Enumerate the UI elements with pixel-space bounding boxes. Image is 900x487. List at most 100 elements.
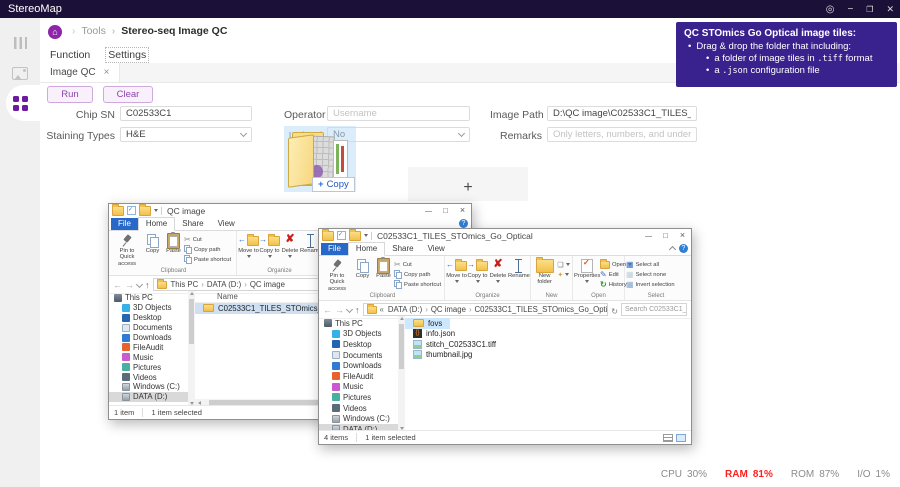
edit-button[interactable]: Edit <box>600 270 624 279</box>
qat-dropdown-icon[interactable] <box>154 209 158 212</box>
tree-item[interactable]: This PC <box>319 318 405 329</box>
explorer-titlebar[interactable]: QC image <box>109 204 471 217</box>
image-path-input[interactable] <box>547 106 697 121</box>
close-button[interactable] <box>674 229 691 242</box>
breadcrumb-item[interactable]: Stereo-seq Image QC <box>106 25 228 37</box>
file-row[interactable]: info.json <box>405 329 463 340</box>
search-box[interactable]: Search C02533C1_TILE... <box>621 303 687 316</box>
tree-item[interactable]: Music <box>319 382 405 393</box>
copy-to-button[interactable]: Copy to <box>259 233 280 261</box>
staining-types-select[interactable]: H&E <box>120 127 252 142</box>
close-icon[interactable] <box>104 67 110 78</box>
file-row[interactable]: fovs <box>405 318 450 329</box>
tree-item[interactable]: Downloads <box>319 360 405 371</box>
new-item-button[interactable] <box>557 260 571 269</box>
tree-item[interactable]: 3D Objects <box>109 303 195 313</box>
minimize-button[interactable] <box>420 204 437 217</box>
tree-item[interactable]: Documents <box>319 350 405 361</box>
ribbon-tab[interactable]: Home <box>138 217 175 231</box>
tree-item[interactable]: Desktop <box>319 339 405 350</box>
tree-item[interactable]: Pictures <box>109 362 195 372</box>
file-row[interactable]: thumbnail.jpg <box>405 350 480 361</box>
cut-button[interactable]: Cut <box>394 260 442 269</box>
restore-button[interactable] <box>866 4 873 15</box>
paste-shortcut-button[interactable]: Paste shortcut <box>184 255 234 264</box>
tree-item[interactable]: Pictures <box>319 392 405 403</box>
delete-button[interactable]: Delete <box>488 258 508 286</box>
address-segment[interactable]: QC image <box>422 305 466 314</box>
tree-item[interactable]: Music <box>109 352 195 362</box>
minimize-button[interactable] <box>847 4 853 15</box>
tree-item[interactable]: This PC <box>109 293 195 303</box>
select-none-button[interactable]: Select none <box>626 270 684 279</box>
history-chevron-icon[interactable] <box>136 281 143 288</box>
address-segment[interactable]: DATA (D:) <box>386 305 422 314</box>
cut-button[interactable]: Cut <box>184 235 234 244</box>
rib​bon-tab[interactable]: Home <box>348 242 385 256</box>
move-to-button[interactable]: Move to <box>446 258 467 286</box>
quick-access-check-icon[interactable] <box>337 231 346 240</box>
forward-icon[interactable] <box>125 280 134 290</box>
tab-image-qc[interactable]: Image QC <box>40 63 120 82</box>
menu-item[interactable]: Settings <box>106 48 148 62</box>
tree-item[interactable]: Windows (C:) <box>319 413 405 424</box>
file-row[interactable]: stitch_C02533C1.tiff <box>405 339 504 350</box>
thumbnail-view-icon[interactable] <box>676 434 686 442</box>
maximize-button[interactable] <box>657 229 674 242</box>
quick-access-check-icon[interactable] <box>127 206 136 215</box>
copy-path-button[interactable]: Copy path <box>184 245 234 254</box>
tree-item[interactable]: Windows (C:) <box>109 382 195 392</box>
select-all-button[interactable]: Select all <box>626 260 684 269</box>
address-segment[interactable]: QC image <box>241 280 285 289</box>
delete-button[interactable]: Delete <box>280 233 300 261</box>
tree-scrollbar[interactable] <box>398 316 405 431</box>
qat-dropdown-icon[interactable] <box>364 234 368 237</box>
minimize-button[interactable] <box>640 229 657 242</box>
operator-input[interactable] <box>327 106 470 121</box>
close-button[interactable] <box>454 204 471 217</box>
paste-button[interactable]: Paste <box>163 233 184 254</box>
paste-button[interactable]: Paste <box>373 258 394 279</box>
help-icon[interactable] <box>459 219 468 228</box>
rib​bon-tab[interactable]: File <box>321 243 348 255</box>
breadcrumb-item[interactable]: Tools <box>66 25 106 37</box>
sidebar-item-image-viewer[interactable] <box>0 58 40 88</box>
tree-item[interactable]: 3D Objects <box>319 329 405 340</box>
details-view-icon[interactable] <box>663 434 673 442</box>
chip-sn-input[interactable] <box>120 106 252 121</box>
open-button[interactable]: Open <box>600 260 624 269</box>
ribbon-tab[interactable]: View <box>211 218 242 230</box>
clear-button[interactable]: Clear <box>103 86 153 103</box>
tree-item[interactable]: Documents <box>109 323 195 333</box>
tree-item[interactable]: FileAudit <box>319 371 405 382</box>
easy-access-button[interactable] <box>557 270 571 279</box>
back-icon[interactable] <box>113 280 122 290</box>
paste-shortcut-button[interactable]: Paste shortcut <box>394 280 442 289</box>
address-box[interactable]: « DATA (D:)QC imageC02533C1_TILES_STOmic… <box>363 303 609 316</box>
ribbon-tab[interactable]: File <box>111 218 138 230</box>
forward-icon[interactable] <box>335 305 344 315</box>
history-chevron-icon[interactable] <box>346 306 353 313</box>
close-button[interactable] <box>886 4 894 15</box>
image-drop-zone[interactable]: + <box>408 167 528 201</box>
copy-button[interactable]: Copy <box>352 258 373 279</box>
run-button[interactable]: Run <box>47 86 93 103</box>
properties-button[interactable]: Properties <box>574 258 600 286</box>
menu-item[interactable]: Function <box>48 48 92 62</box>
tree-item[interactable]: Downloads <box>109 333 195 343</box>
explorer-titlebar[interactable]: C02533C1_TILES_STOmics_Go_Optical <box>319 229 691 242</box>
history-button[interactable]: History <box>600 280 624 289</box>
rename-button[interactable]: Rename <box>508 258 529 279</box>
rib​bon-tab[interactable]: View <box>421 243 452 255</box>
maximize-button[interactable] <box>437 204 454 217</box>
tree-item[interactable]: Videos <box>319 403 405 414</box>
gear-icon[interactable] <box>826 4 835 15</box>
pin-to-quick-access-button[interactable]: Pin to Quick access <box>112 233 142 267</box>
up-icon[interactable] <box>145 280 150 290</box>
up-icon[interactable] <box>355 305 360 315</box>
home-icon[interactable] <box>48 25 62 39</box>
sidebar-item-lanes[interactable] <box>0 28 40 58</box>
address-segment[interactable]: DATA (D:) <box>198 280 241 289</box>
address-segment[interactable]: C02533C1_TILES_STOmics_Go_Optical <box>466 305 608 314</box>
address-segment[interactable]: This PC <box>169 280 199 289</box>
